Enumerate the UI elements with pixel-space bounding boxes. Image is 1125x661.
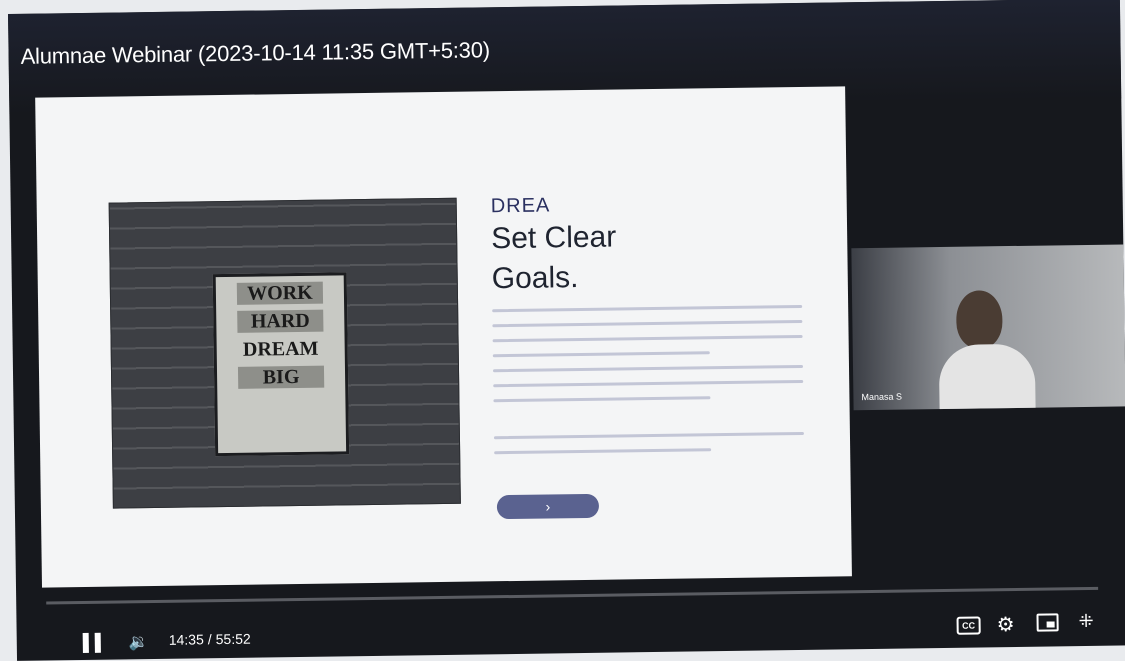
participant-camera[interactable]: Manasa S — [851, 244, 1125, 411]
text-line — [493, 396, 711, 403]
text-line — [494, 448, 712, 455]
text-line — [493, 379, 804, 388]
player-controls: 🔉 14:35/55:52 CC ⚙ ⁜ — [16, 602, 1125, 658]
text-line — [492, 351, 710, 358]
slide-kicker: DREA — [490, 194, 551, 218]
miniplayer-icon[interactable] — [1036, 613, 1059, 632]
progress-bar[interactable] — [46, 586, 1099, 605]
time-separator: / — [207, 631, 212, 648]
poster: WORK HARD DREAM BIG — [212, 272, 350, 457]
volume-icon[interactable]: 🔉 — [129, 632, 149, 652]
exit-fullscreen-icon[interactable]: ⁜ — [1078, 611, 1092, 632]
text-line — [492, 319, 803, 328]
poster-word-4: BIG — [237, 365, 325, 389]
pause-icon[interactable] — [82, 632, 105, 654]
participant-head — [955, 290, 1003, 349]
slide: WORK HARD DREAM BIG DREA Set Clear Goals… — [35, 86, 852, 588]
poster-word-2: HARD — [237, 309, 324, 333]
text-line — [493, 431, 804, 440]
text-line — [492, 334, 803, 343]
video-title: Alumnae Webinar (2023-10-14 11:35 GMT+5:… — [20, 37, 491, 69]
text-line — [493, 364, 804, 373]
participant-name: Manasa S — [861, 391, 903, 403]
participant-body — [938, 343, 1036, 411]
duration: 55:52 — [215, 630, 251, 648]
slide-image: WORK HARD DREAM BIG — [108, 197, 461, 509]
current-time: 14:35 — [168, 631, 204, 648]
slide-heading: Set Clear Goals. — [490, 220, 617, 296]
slide-next-button: › — [496, 493, 600, 520]
poster-word-1: WORK — [236, 281, 324, 305]
poster-word-3: DREAM — [242, 337, 319, 361]
slide-body-text — [492, 293, 804, 455]
captions-icon[interactable]: CC — [956, 616, 981, 635]
time-display: 14:35/55:52 — [169, 631, 251, 648]
text-line — [492, 304, 803, 313]
gear-icon[interactable]: ⚙ — [996, 612, 1014, 637]
video-player[interactable]: Alumnae Webinar (2023-10-14 11:35 GMT+5:… — [8, 0, 1125, 661]
